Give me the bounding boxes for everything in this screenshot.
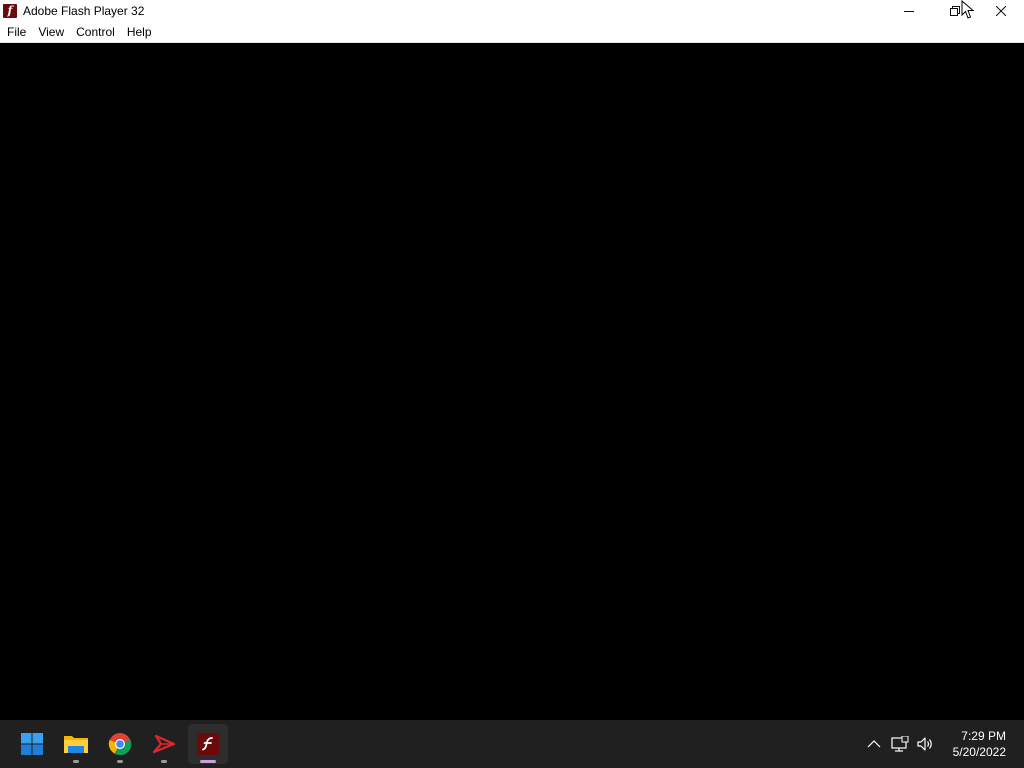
show-hidden-icons-button[interactable]	[864, 734, 884, 754]
minimize-button[interactable]	[886, 0, 932, 22]
volume-icon	[917, 737, 932, 751]
chrome-icon	[108, 733, 132, 756]
menu-control[interactable]: Control	[70, 22, 121, 42]
running-indicator	[161, 760, 167, 763]
clock-date: 5/20/2022	[952, 745, 1006, 759]
flash-stage[interactable]	[0, 43, 1024, 720]
flash-player-window: f Adobe Flash Player 32 File View Contro…	[0, 0, 1024, 720]
taskbar: 7:29 PM 5/20/2022	[0, 720, 1024, 768]
title-bar[interactable]: f Adobe Flash Player 32	[0, 0, 1024, 22]
taskbar-flash-player[interactable]	[188, 724, 228, 764]
minimize-icon	[904, 11, 914, 12]
close-button[interactable]	[978, 0, 1024, 22]
flash-player-icon: f	[3, 4, 17, 18]
flash-player-icon	[197, 733, 219, 755]
start-button[interactable]	[12, 724, 52, 764]
chevron-up-icon	[867, 740, 881, 748]
restore-icon	[950, 6, 960, 16]
menu-view[interactable]: View	[32, 22, 70, 42]
window-controls	[886, 0, 1024, 22]
running-indicator	[117, 760, 123, 763]
network-icon	[891, 736, 909, 752]
running-indicator	[73, 760, 79, 763]
windows-start-icon	[21, 733, 43, 755]
window-title: Adobe Flash Player 32	[23, 4, 145, 18]
active-indicator	[200, 760, 216, 763]
mouse-cursor-icon	[961, 0, 975, 19]
acrobat-icon	[152, 734, 176, 754]
menu-help[interactable]: Help	[121, 22, 158, 42]
taskbar-file-explorer[interactable]	[56, 724, 96, 764]
taskbar-acrobat[interactable]	[144, 724, 184, 764]
taskbar-chrome[interactable]	[100, 724, 140, 764]
menu-bar: File View Control Help	[0, 22, 1024, 43]
volume-button[interactable]	[916, 734, 936, 754]
network-button[interactable]	[890, 734, 910, 754]
close-icon	[996, 6, 1006, 16]
menu-file[interactable]: File	[1, 22, 32, 42]
taskbar-clock[interactable]: 7:29 PM 5/20/2022	[953, 728, 1006, 760]
folder-icon	[64, 736, 88, 753]
clock-time: 7:29 PM	[961, 729, 1006, 743]
